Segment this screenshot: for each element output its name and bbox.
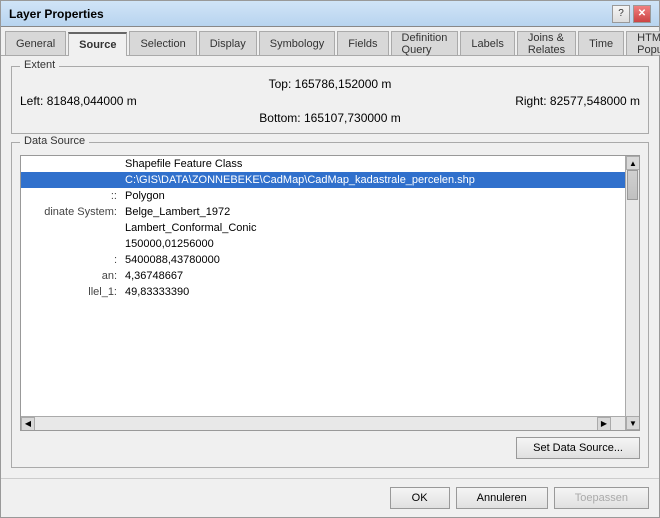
tab-display[interactable]: Display xyxy=(199,31,257,55)
extent-bottom: Bottom: 165107,730000 m xyxy=(259,111,400,125)
extent-left: Left: 81848,044000 m xyxy=(20,94,137,108)
table-row: 150000,01256000 xyxy=(21,236,639,252)
row-value: 5400088,43780000 xyxy=(121,252,639,268)
layer-properties-window: Layer Properties ? ✕ General Source Sele… xyxy=(0,0,660,518)
data-source-label: Data Source xyxy=(20,135,89,147)
scroll-right-arrow[interactable]: ▶ xyxy=(597,417,611,431)
row-key: :: xyxy=(21,188,121,204)
scroll-left-arrow[interactable]: ◀ xyxy=(21,417,35,431)
row-value: 49,83333390 xyxy=(121,284,639,300)
table-row: Shapefile Feature Class xyxy=(21,156,639,172)
titlebar: Layer Properties ? ✕ xyxy=(1,1,659,27)
data-source-group: Data Source Shapefile Feature ClassC:\GI… xyxy=(11,142,649,468)
table-row: Lambert_Conformal_Conic xyxy=(21,220,639,236)
row-key xyxy=(21,156,121,172)
data-source-table-wrapper: Shapefile Feature ClassC:\GIS\DATA\ZONNE… xyxy=(20,155,640,431)
datasource-button-row: Set Data Source... xyxy=(20,437,640,459)
extent-left-value: 81848,044000 m xyxy=(47,94,137,108)
extent-content: Top: 165786,152000 m Left: 81848,044000 … xyxy=(20,77,640,125)
help-button[interactable]: ? xyxy=(612,5,630,23)
scroll-up-arrow[interactable]: ▲ xyxy=(626,156,640,170)
row-key: an: xyxy=(21,268,121,284)
row-key xyxy=(21,172,121,188)
vertical-scrollbar[interactable]: ▲ ▼ xyxy=(625,156,639,430)
horizontal-scrollbar[interactable]: ◀ ▶ xyxy=(21,416,625,430)
extent-right-label: Right: xyxy=(515,94,546,108)
scroll-down-arrow[interactable]: ▼ xyxy=(626,416,640,430)
extent-label: Extent xyxy=(20,59,59,71)
extent-top-label: Top: xyxy=(269,77,292,91)
row-key: dinate System: xyxy=(21,204,121,220)
row-value: Shapefile Feature Class xyxy=(121,156,639,172)
close-button[interactable]: ✕ xyxy=(633,5,651,23)
extent-right: Right: 82577,548000 m xyxy=(515,94,640,108)
row-key: : xyxy=(21,252,121,268)
row-key xyxy=(21,236,121,252)
extent-top-value: 165786,152000 m xyxy=(295,77,392,91)
tabs-row: General Source Selection Display Symbolo… xyxy=(1,27,659,56)
extent-middle-row: Left: 81848,044000 m Right: 82577,548000… xyxy=(20,94,640,108)
extent-bottom-label: Bottom: xyxy=(259,111,300,125)
tab-definition-query[interactable]: Definition Query xyxy=(391,31,459,55)
row-value: Polygon xyxy=(121,188,639,204)
extent-left-label: Left: xyxy=(20,94,43,108)
data-source-table-inner[interactable]: Shapefile Feature ClassC:\GIS\DATA\ZONNE… xyxy=(21,156,639,430)
extent-bottom-value: 165107,730000 m xyxy=(304,111,401,125)
window-title: Layer Properties xyxy=(9,7,104,21)
scroll-thumb[interactable] xyxy=(627,170,638,200)
cancel-button[interactable]: Annuleren xyxy=(456,487,548,509)
tab-selection[interactable]: Selection xyxy=(129,31,196,55)
tab-html-popup[interactable]: HTML Popup xyxy=(626,31,660,55)
table-row: dinate System:Belge_Lambert_1972 xyxy=(21,204,639,220)
tab-labels[interactable]: Labels xyxy=(460,31,514,55)
tab-symbology[interactable]: Symbology xyxy=(259,31,335,55)
tab-source[interactable]: Source xyxy=(68,32,127,56)
set-datasource-button[interactable]: Set Data Source... xyxy=(516,437,640,459)
table-row: :5400088,43780000 xyxy=(21,252,639,268)
extent-top: Top: 165786,152000 m xyxy=(269,77,392,91)
table-row: ::Polygon xyxy=(21,188,639,204)
row-value: 150000,01256000 xyxy=(121,236,639,252)
row-value: Belge_Lambert_1972 xyxy=(121,204,639,220)
row-value: 4,36748667 xyxy=(121,268,639,284)
footer: OK Annuleren Toepassen xyxy=(1,478,659,517)
table-row: C:\GIS\DATA\ZONNEBEKE\CadMap\CadMap_kada… xyxy=(21,172,639,188)
tab-general[interactable]: General xyxy=(5,31,66,55)
main-content: Extent Top: 165786,152000 m Left: 81848,… xyxy=(1,56,659,478)
extent-right-value: 82577,548000 m xyxy=(550,94,640,108)
ok-button[interactable]: OK xyxy=(390,487,450,509)
row-key: llel_1: xyxy=(21,284,121,300)
extent-group: Extent Top: 165786,152000 m Left: 81848,… xyxy=(11,66,649,134)
row-key xyxy=(21,220,121,236)
table-row: llel_1:49,83333390 xyxy=(21,284,639,300)
tab-time[interactable]: Time xyxy=(578,31,624,55)
apply-button[interactable]: Toepassen xyxy=(554,487,649,509)
data-source-table: Shapefile Feature ClassC:\GIS\DATA\ZONNE… xyxy=(21,156,639,300)
tab-joins-relates[interactable]: Joins & Relates xyxy=(517,31,576,55)
data-source-content: Shapefile Feature ClassC:\GIS\DATA\ZONNE… xyxy=(20,155,640,459)
row-value: C:\GIS\DATA\ZONNEBEKE\CadMap\CadMap_kada… xyxy=(121,172,639,188)
tab-fields[interactable]: Fields xyxy=(337,31,388,55)
row-value: Lambert_Conformal_Conic xyxy=(121,220,639,236)
titlebar-buttons: ? ✕ xyxy=(612,5,651,23)
table-row: an:4,36748667 xyxy=(21,268,639,284)
